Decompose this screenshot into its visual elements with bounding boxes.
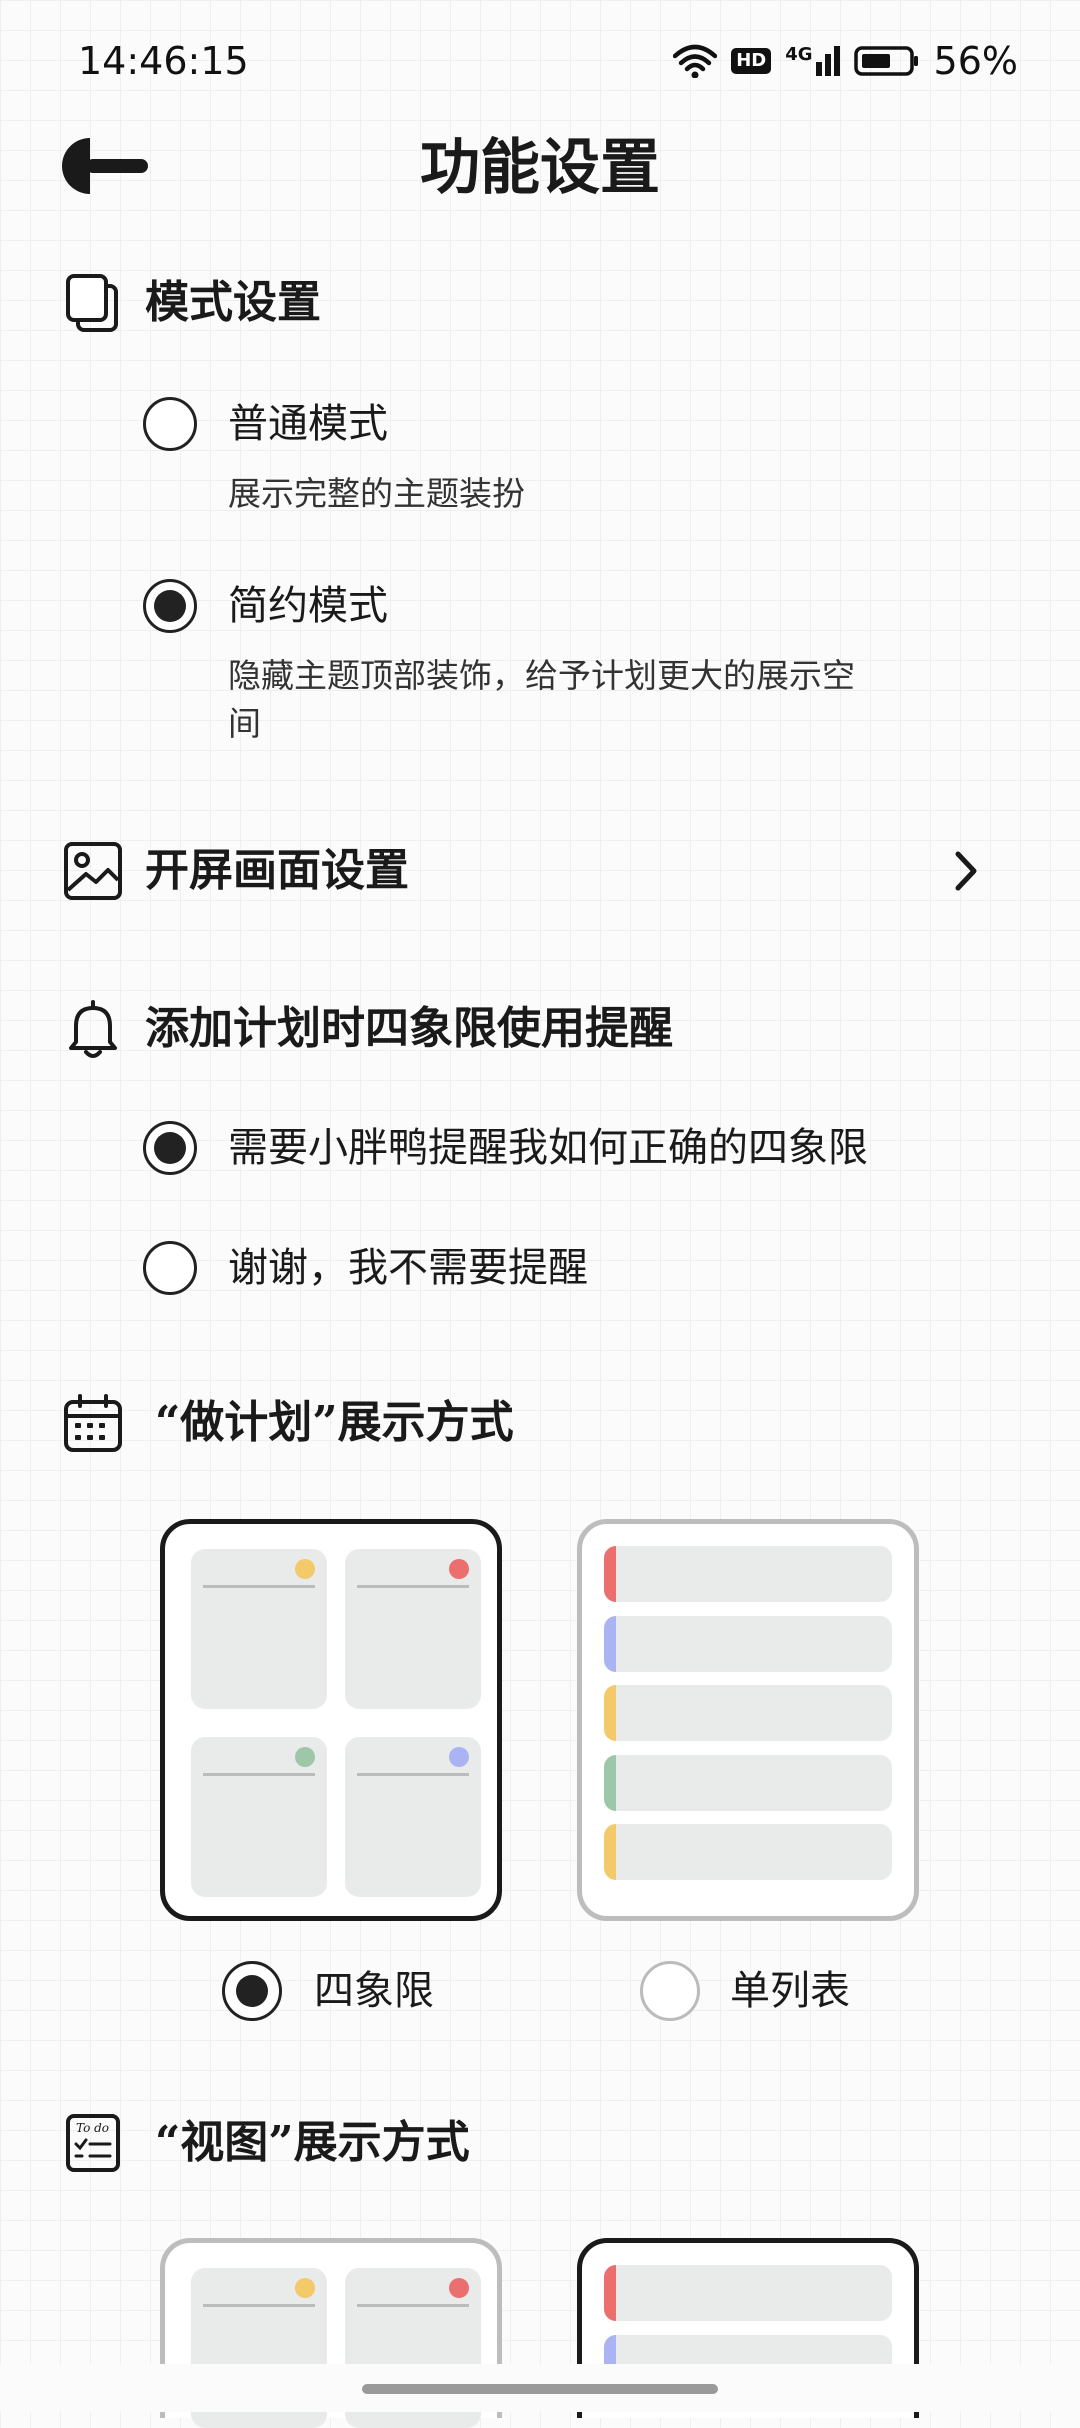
list-row-preview bbox=[604, 1616, 892, 1672]
pages-icon bbox=[66, 274, 118, 332]
todo-list-icon: To do bbox=[66, 2114, 120, 2172]
list-row-preview bbox=[604, 1685, 892, 1741]
option-label-single-list[interactable]: 单列表 bbox=[730, 1964, 850, 2018]
option-label-need-reminder[interactable]: 需要小胖鸭提醒我如何正确的四象限 bbox=[228, 1121, 868, 1175]
radio-single-list[interactable] bbox=[640, 1961, 700, 2021]
wifi-icon bbox=[673, 44, 718, 78]
quadrant-preview bbox=[345, 1737, 481, 1897]
chevron-right-icon[interactable] bbox=[952, 848, 982, 894]
list-row-preview bbox=[604, 1546, 892, 1602]
section-title-view-display: “视图”展示方式 bbox=[155, 2117, 470, 2168]
hd-icon: HD bbox=[731, 48, 772, 74]
radio-quadrant[interactable] bbox=[222, 1961, 282, 2021]
plan-layout-list-card[interactable] bbox=[577, 1519, 919, 1921]
option-desc-normal-mode: 展示完整的主题装扮 bbox=[228, 474, 525, 513]
section-title-mode: 模式设置 bbox=[145, 277, 321, 328]
option-label-normal-mode[interactable]: 普通模式 bbox=[228, 397, 388, 451]
option-label-simple-mode[interactable]: 简约模式 bbox=[228, 579, 388, 633]
radio-simple-mode[interactable] bbox=[143, 579, 197, 633]
option-desc-simple-mode-line1: 隐藏主题顶部装饰，给予计划更大的展示空 bbox=[228, 656, 855, 695]
quadrant-preview bbox=[191, 1549, 327, 1709]
quadrant-preview bbox=[191, 1737, 327, 1897]
list-row-preview bbox=[604, 1824, 892, 1880]
list-row-preview bbox=[604, 1755, 892, 1811]
radio-need-reminder[interactable] bbox=[143, 1121, 197, 1175]
home-indicator[interactable] bbox=[362, 2384, 718, 2394]
quadrant-preview bbox=[345, 1549, 481, 1709]
status-icons: HD 4G 56% bbox=[673, 38, 1018, 84]
bell-icon bbox=[69, 1000, 117, 1058]
section-title-plan-display: “做计划”展示方式 bbox=[155, 1397, 514, 1448]
section-title-splash[interactable]: 开屏画面设置 bbox=[145, 840, 409, 902]
battery-icon bbox=[853, 46, 918, 76]
network-badge: 4G bbox=[785, 44, 813, 65]
plan-layout-quadrant-card[interactable] bbox=[160, 1519, 502, 1921]
option-label-no-reminder[interactable]: 谢谢，我不需要提醒 bbox=[228, 1241, 588, 1295]
option-desc-simple-mode-line2: 间 bbox=[228, 704, 261, 743]
todo-icon-text: To do bbox=[76, 2121, 109, 2135]
calendar-icon bbox=[64, 1394, 122, 1452]
page-title: 功能设置 bbox=[420, 133, 660, 203]
signal-icon: 4G bbox=[785, 44, 840, 76]
section-title-reminder: 添加计划时四象限使用提醒 bbox=[145, 1003, 673, 1054]
option-label-quadrant[interactable]: 四象限 bbox=[314, 1964, 434, 2018]
image-icon bbox=[64, 842, 122, 900]
status-time: 14:46:15 bbox=[78, 39, 249, 83]
list-row-preview bbox=[604, 2265, 892, 2321]
radio-no-reminder[interactable] bbox=[143, 1241, 197, 1295]
battery-percent: 56% bbox=[933, 39, 1018, 83]
radio-normal-mode[interactable] bbox=[143, 397, 197, 451]
